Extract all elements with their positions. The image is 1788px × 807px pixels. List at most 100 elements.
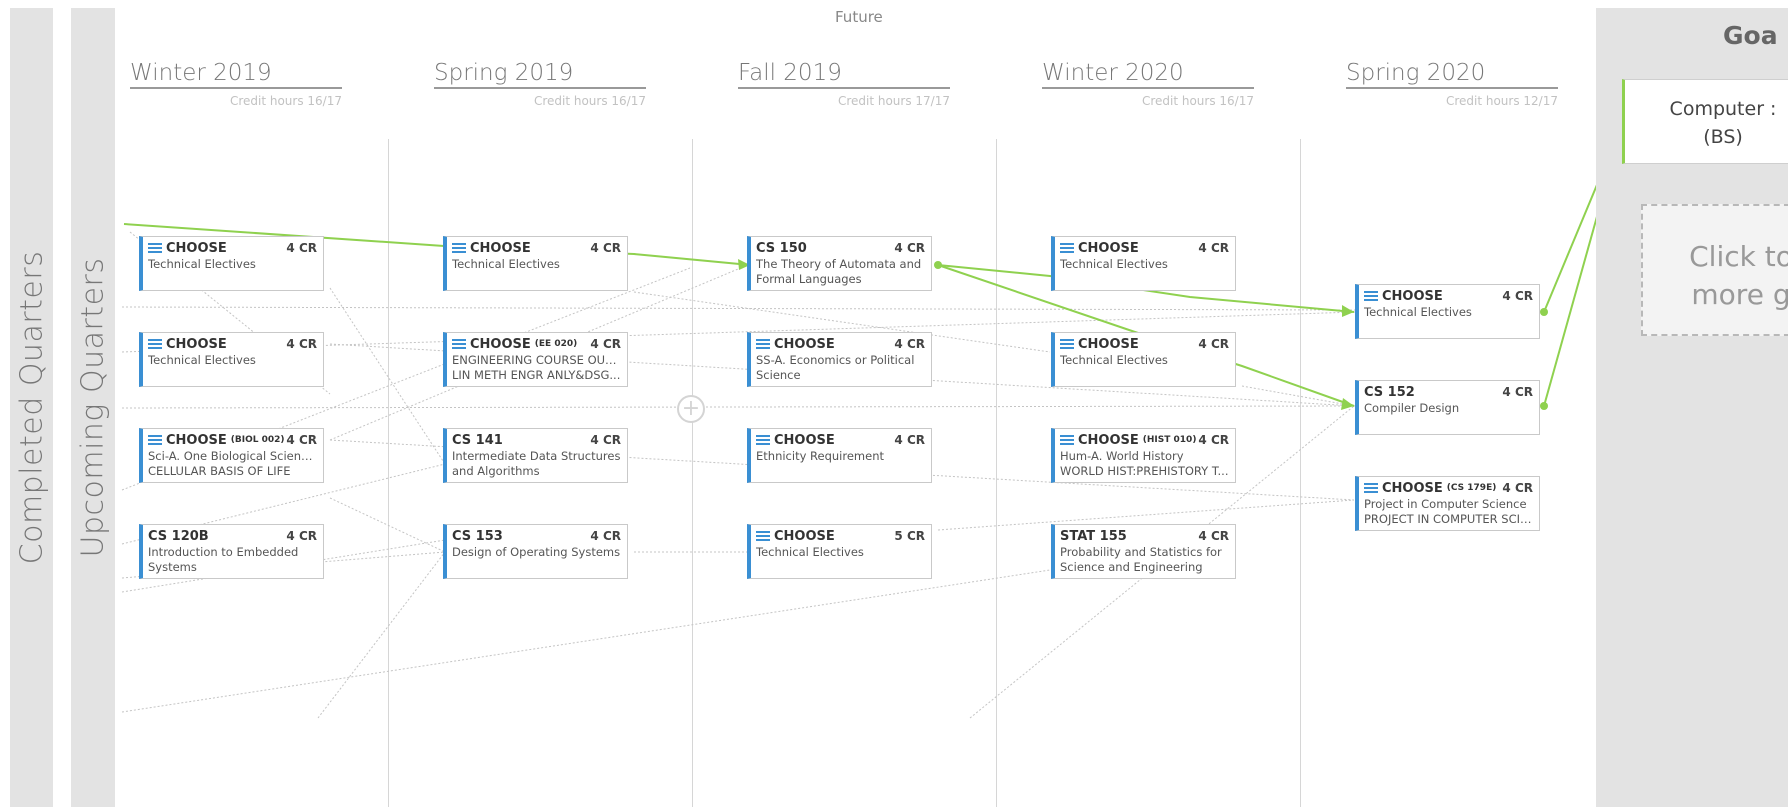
course-subtitle: PROJECT IN COMPUTER SCIE... xyxy=(1364,512,1533,526)
course-credits: 4 CR xyxy=(894,337,925,351)
course-credits: 4 CR xyxy=(1502,481,1533,495)
add-course-button[interactable]: + xyxy=(677,395,705,423)
course-title: Sci-A. One Biological Sciences xyxy=(148,449,317,463)
course-card[interactable]: CS 120B 4 CR Introduction to Embedded Sys… xyxy=(139,524,324,579)
dotted-connection xyxy=(329,287,446,465)
course-code: CS 153 xyxy=(452,528,503,544)
course-code: CHOOSE xyxy=(1078,240,1139,256)
course-credits: 4 CR xyxy=(590,241,621,255)
course-credits: 4 CR xyxy=(1502,289,1533,303)
course-credits: 4 CR xyxy=(286,433,317,447)
course-card[interactable]: CHOOSE (HIST 010) 4 CR Hum-A. World Histor… xyxy=(1051,428,1236,483)
course-code: CHOOSE xyxy=(1078,336,1139,352)
course-card[interactable]: CHOOSE 4 CR Technical Electives xyxy=(1355,284,1540,339)
course-card[interactable]: CHOOSE 5 CR Technical Electives xyxy=(747,524,932,579)
course-card[interactable]: CHOOSE (EE 020) 4 CR ENGINEERING COURSE OU… xyxy=(443,332,628,387)
menu-icon[interactable] xyxy=(1364,291,1378,301)
course-title: Technical Electives xyxy=(148,257,256,271)
course-card[interactable]: CS 150 4 CR The Theory of Automata and Fo… xyxy=(747,236,932,291)
course-card[interactable]: CHOOSE 4 CR Technical Electives xyxy=(443,236,628,291)
course-subtitle: Formal Languages xyxy=(756,272,862,286)
course-card[interactable]: CHOOSE 4 CR Technical Electives xyxy=(139,332,324,387)
menu-icon[interactable] xyxy=(1060,243,1074,253)
course-card[interactable]: STAT 155 4 CR Probability and Statistics … xyxy=(1051,524,1236,579)
course-code: CHOOSE xyxy=(774,528,835,544)
course-credits: 4 CR xyxy=(1198,433,1229,447)
course-credits: 4 CR xyxy=(590,529,621,543)
course-title: Project in Computer Science xyxy=(1364,497,1527,511)
dotted-connection xyxy=(317,551,446,719)
course-code: CS 141 xyxy=(452,432,503,448)
course-card[interactable]: CHOOSE 4 CR Technical Electives xyxy=(1051,332,1236,387)
dotted-connection xyxy=(121,405,1357,409)
course-subcode: (EE 020) xyxy=(534,339,578,349)
menu-icon[interactable] xyxy=(452,243,466,253)
course-credits: 4 CR xyxy=(894,241,925,255)
goal-name: Computer : xyxy=(1669,98,1777,120)
course-code: CHOOSE xyxy=(1078,432,1139,448)
course-card[interactable]: CHOOSE (CS 179E) 4 CR Project in Computer … xyxy=(1355,476,1540,531)
course-credits: 4 CR xyxy=(286,337,317,351)
menu-icon[interactable] xyxy=(756,435,770,445)
dotted-connection xyxy=(329,497,446,553)
menu-icon[interactable] xyxy=(756,339,770,349)
dotted-connection xyxy=(121,569,1051,713)
menu-icon[interactable] xyxy=(756,531,770,541)
menu-icon[interactable] xyxy=(148,339,162,349)
add-goal-text: Click to xyxy=(1689,240,1788,273)
menu-icon[interactable] xyxy=(148,435,162,445)
course-code: STAT 155 xyxy=(1060,528,1127,544)
course-code: CHOOSE xyxy=(166,432,227,448)
path-arrowhead xyxy=(1341,398,1354,410)
course-credits: 4 CR xyxy=(1198,337,1229,351)
course-credits: 5 CR xyxy=(894,529,925,543)
course-subtitle: Systems xyxy=(148,560,197,574)
path-node-dot xyxy=(1540,402,1548,410)
course-card[interactable]: CHOOSE (BIOL 002) 4 CR Sci-A. One Biologic… xyxy=(139,428,324,483)
course-credits: 4 CR xyxy=(894,433,925,447)
add-goal-button[interactable]: Click to more g xyxy=(1641,204,1788,336)
path-node-dot xyxy=(1540,308,1548,316)
course-title: Intermediate Data Structures xyxy=(452,449,621,463)
course-card[interactable]: CHOOSE 4 CR Technical Electives xyxy=(1051,236,1236,291)
course-subtitle: WORLD HIST:PREHISTORY T... xyxy=(1060,464,1229,478)
course-credits: 4 CR xyxy=(286,529,317,543)
add-goal-text: more g xyxy=(1691,278,1788,311)
course-subtitle: CELLULAR BASIS OF LIFE xyxy=(148,464,291,478)
goals-title: Goa xyxy=(1723,21,1778,50)
course-title: Technical Electives xyxy=(452,257,560,271)
course-title: Technical Electives xyxy=(1364,305,1472,319)
menu-icon[interactable] xyxy=(452,339,466,349)
path-node-dot xyxy=(934,261,942,269)
course-subcode: (BIOL 002) xyxy=(230,435,285,445)
course-card[interactable]: CHOOSE 4 CR SS-A. Economics or Political … xyxy=(747,332,932,387)
course-title: ENGINEERING COURSE OUT... xyxy=(452,353,621,367)
course-code: CHOOSE xyxy=(774,432,835,448)
course-subtitle: LIN METH ENGR ANLY&DSG... xyxy=(452,368,621,382)
course-subtitle: Science and Engineering xyxy=(1060,560,1203,574)
menu-icon[interactable] xyxy=(1364,483,1378,493)
course-credits: 4 CR xyxy=(590,433,621,447)
course-title: Introduction to Embedded xyxy=(148,545,299,559)
course-subtitle: Science xyxy=(756,368,801,382)
course-card[interactable]: CHOOSE 4 CR Technical Electives xyxy=(139,236,324,291)
course-card[interactable]: CS 141 4 CR Intermediate Data Structures … xyxy=(443,428,628,483)
course-title: Hum-A. World History xyxy=(1060,449,1184,463)
course-title: Probability and Statistics for xyxy=(1060,545,1222,559)
course-code: CHOOSE xyxy=(470,336,531,352)
course-card[interactable]: CS 152 4 CR Compiler Design xyxy=(1355,380,1540,435)
course-title: Technical Electives xyxy=(756,545,864,559)
path-arrowhead xyxy=(1342,305,1354,317)
course-code: CHOOSE xyxy=(470,240,531,256)
goal-card-computer-science[interactable]: Computer : (BS) xyxy=(1622,79,1788,164)
course-title: Technical Electives xyxy=(148,353,256,367)
course-title: Ethnicity Requirement xyxy=(756,449,884,463)
course-card[interactable]: CHOOSE 4 CR Ethnicity Requirement xyxy=(747,428,932,483)
menu-icon[interactable] xyxy=(148,243,162,253)
course-code: CS 150 xyxy=(756,240,807,256)
menu-icon[interactable] xyxy=(1060,339,1074,349)
course-card[interactable]: CS 153 4 CR Design of Operating Systems xyxy=(443,524,628,579)
menu-icon[interactable] xyxy=(1060,435,1074,445)
course-title: The Theory of Automata and xyxy=(756,257,922,271)
course-code: CHOOSE xyxy=(166,240,227,256)
